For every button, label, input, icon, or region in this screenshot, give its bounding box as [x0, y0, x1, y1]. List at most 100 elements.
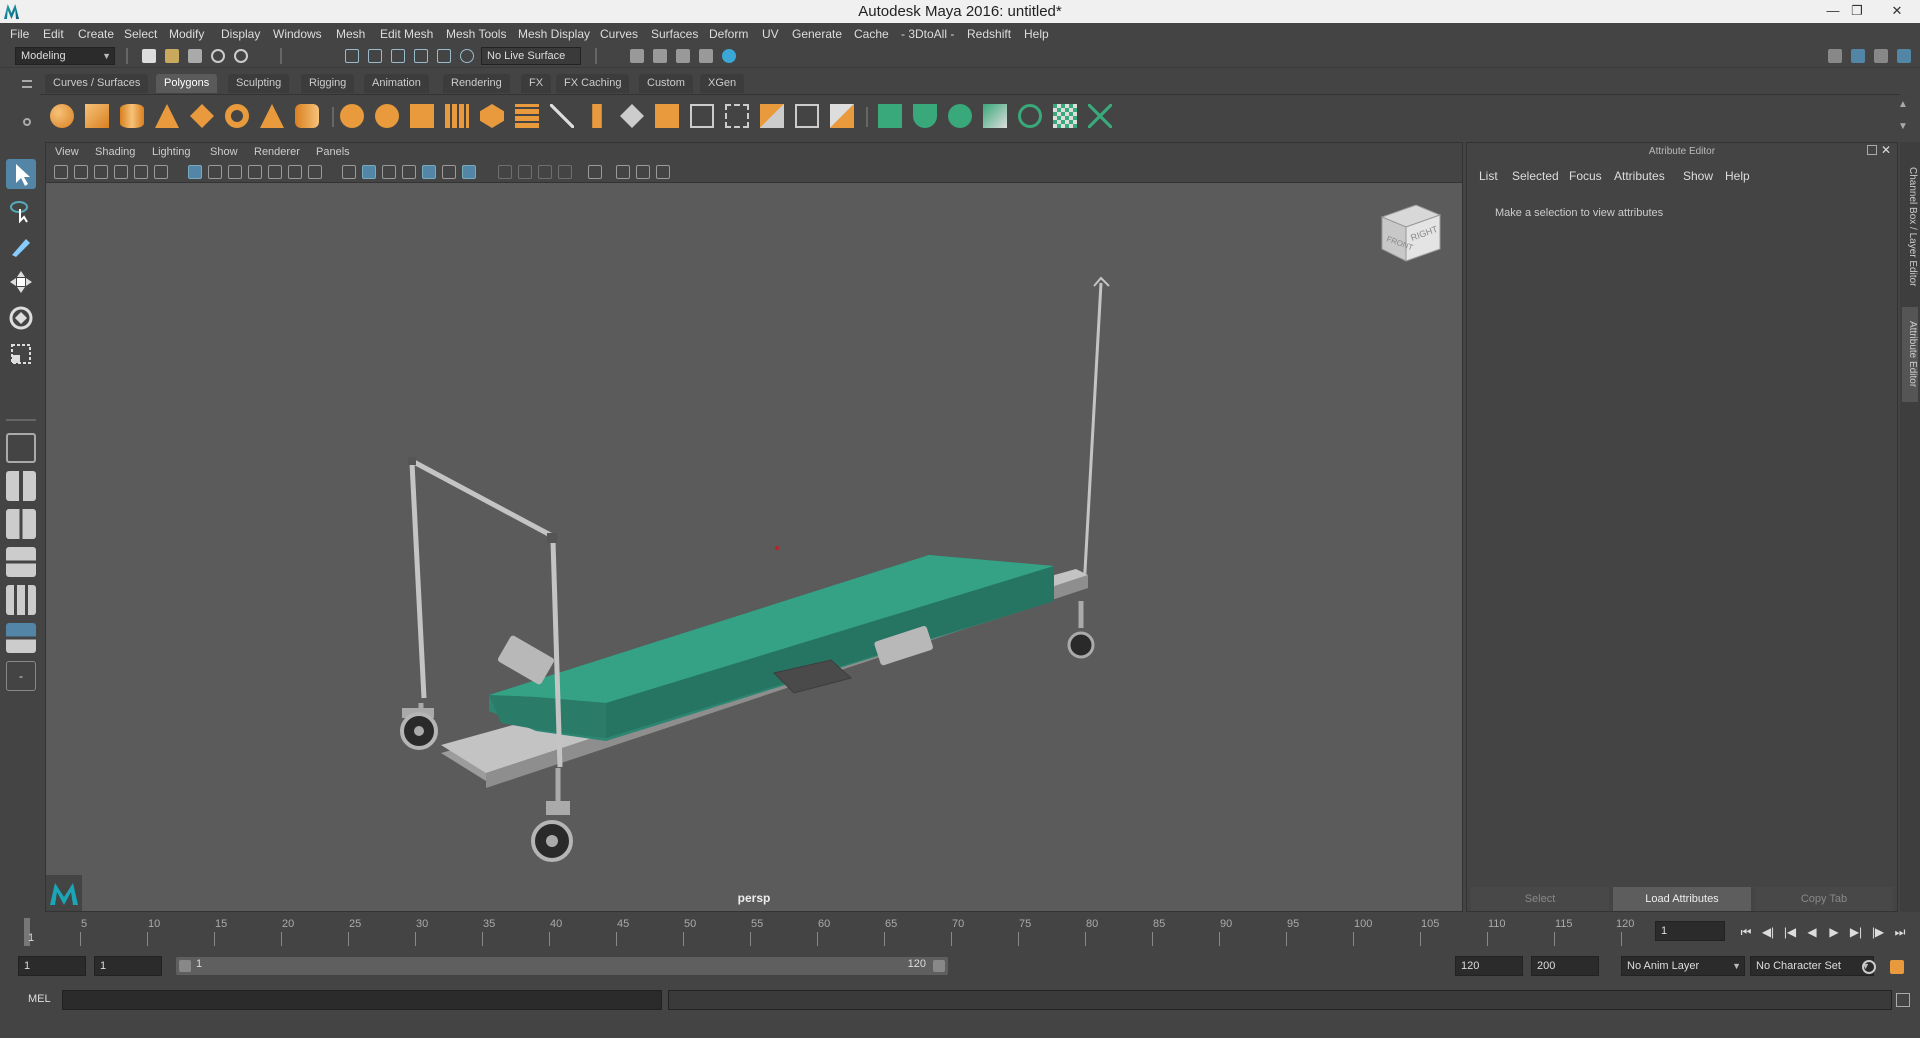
multi-cut-icon[interactable] — [550, 104, 574, 128]
open-scene-icon[interactable] — [165, 49, 179, 63]
textured-icon[interactable] — [422, 165, 436, 179]
xray-icon[interactable] — [616, 165, 630, 179]
append-polygon-icon[interactable] — [620, 104, 644, 128]
range-handle-end[interactable] — [933, 960, 945, 972]
unfold-icon[interactable] — [1018, 104, 1042, 128]
select-tool-icon[interactable] — [6, 159, 36, 189]
offset-edge-loop-icon[interactable] — [725, 104, 749, 128]
camera-attributes-icon[interactable] — [74, 165, 88, 179]
toggle-tool-settings-icon[interactable] — [1874, 49, 1888, 63]
play-forwards-icon[interactable]: ▶ — [1825, 923, 1843, 941]
planar-mapping-icon[interactable] — [878, 104, 902, 128]
tab-fx[interactable]: FX — [521, 74, 552, 93]
close-button[interactable]: ✕ — [1886, 2, 1908, 20]
go-to-end-icon[interactable]: ⏭ — [1891, 923, 1909, 941]
automatic-mapping-icon[interactable] — [983, 104, 1007, 128]
close-panel-icon[interactable]: ✕ — [1881, 143, 1891, 157]
bookmark-icon[interactable] — [94, 165, 108, 179]
default-material-icon[interactable] — [382, 165, 396, 179]
poly-pyramid-icon[interactable] — [260, 104, 284, 128]
screen-space-ao-icon[interactable] — [498, 165, 512, 179]
safe-title-icon[interactable] — [308, 165, 322, 179]
gate-mask-icon[interactable] — [248, 165, 262, 179]
menu-windows[interactable]: Windows — [273, 27, 322, 41]
snap-grid-icon[interactable] — [414, 49, 428, 63]
spherical-mapping-icon[interactable] — [948, 104, 972, 128]
vp-menu-renderer[interactable]: Renderer — [254, 146, 300, 158]
ipr-render-icon[interactable] — [676, 49, 690, 63]
poly-cone-icon[interactable] — [155, 104, 179, 128]
menu-generate[interactable]: Generate — [792, 27, 842, 41]
menu-mesh[interactable]: Mesh — [336, 27, 365, 41]
menu-surfaces[interactable]: Surfaces — [651, 27, 698, 41]
single-perspective-layout-icon[interactable] — [6, 433, 36, 463]
go-to-start-icon[interactable]: ⏮ — [1737, 923, 1755, 941]
character-set-dropdown[interactable]: No Character Set ▼ — [1750, 956, 1874, 976]
menu-3dtoall[interactable]: - 3DtoAll - — [901, 27, 954, 41]
two-view-layout-icon[interactable] — [6, 509, 36, 539]
tab-xgen[interactable]: XGen — [700, 74, 745, 93]
vp-menu-lighting[interactable]: Lighting — [152, 146, 191, 158]
shelf-scroll-down-icon[interactable]: ▼ — [1898, 121, 1908, 132]
shelf-settings-icon[interactable] — [23, 118, 31, 126]
insert-edge-loop-icon[interactable] — [690, 104, 714, 128]
anim-layer-dropdown[interactable]: No Anim Layer ▼ — [1621, 956, 1745, 976]
menu-edit[interactable]: Edit — [43, 27, 64, 41]
auto-key-icon[interactable] — [1862, 960, 1876, 974]
restore-button[interactable]: ❐ — [1846, 2, 1868, 20]
extrude-icon[interactable] — [592, 104, 602, 128]
ae-menu-selected[interactable]: Selected — [1512, 169, 1559, 183]
bridge-icon[interactable] — [515, 104, 539, 128]
play-backwards-icon[interactable]: ◀ — [1803, 923, 1821, 941]
motion-blur-icon[interactable] — [518, 165, 532, 179]
persp-graph-layout-icon[interactable] — [6, 623, 36, 653]
rotate-tool-icon[interactable] — [6, 303, 36, 333]
safe-action-icon[interactable] — [288, 165, 302, 179]
ae-menu-list[interactable]: List — [1479, 169, 1498, 183]
poly-pipe-icon[interactable] — [295, 104, 319, 128]
ae-copy-tab-button[interactable]: Copy Tab — [1755, 887, 1893, 911]
start-time-field[interactable]: 1 — [18, 956, 86, 976]
tab-custom[interactable]: Custom — [639, 74, 693, 93]
step-forward-key-icon[interactable]: ▶| — [1847, 923, 1865, 941]
four-view-layout-icon[interactable] — [6, 471, 36, 501]
tab-animation[interactable]: Animation — [364, 74, 429, 93]
tab-sculpting[interactable]: Sculpting — [228, 74, 290, 93]
playback-start-field[interactable]: 1 — [94, 956, 162, 976]
vp-menu-shading[interactable]: Shading — [95, 146, 135, 158]
animation-preferences-icon[interactable] — [1890, 960, 1904, 974]
shelf-menu-icon[interactable] — [22, 80, 32, 88]
target-weld-icon[interactable] — [760, 104, 784, 128]
render-settings-icon[interactable] — [699, 49, 713, 63]
persp-outliner-layout-icon[interactable] — [6, 547, 36, 577]
use-all-lights-icon[interactable] — [442, 165, 456, 179]
render-view-icon[interactable] — [630, 49, 644, 63]
snap-point-icon[interactable] — [460, 49, 474, 63]
snap-curve-icon[interactable] — [437, 49, 451, 63]
menu-deform[interactable]: Deform — [709, 27, 748, 41]
step-back-frame-icon[interactable]: ◀| — [1759, 923, 1777, 941]
live-surface-field[interactable]: No Live Surface — [481, 47, 581, 65]
range-handle-start[interactable] — [179, 960, 191, 972]
separate-icon[interactable] — [375, 104, 399, 128]
poly-cube-icon[interactable] — [85, 104, 109, 128]
resolution-gate-icon[interactable] — [228, 165, 242, 179]
ae-menu-help[interactable]: Help — [1725, 169, 1750, 183]
select-camera-icon[interactable] — [54, 165, 68, 179]
fill-hole-icon[interactable] — [655, 104, 679, 128]
playback-end-field[interactable]: 120 — [1455, 956, 1523, 976]
menu-select[interactable]: Select — [124, 27, 157, 41]
shelf-scroll-up-icon[interactable]: ▲ — [1898, 99, 1908, 110]
command-input[interactable] — [62, 990, 662, 1010]
ae-load-attributes-button[interactable]: Load Attributes — [1613, 887, 1751, 911]
tab-rigging[interactable]: Rigging — [301, 74, 355, 93]
image-plane-icon[interactable] — [114, 165, 128, 179]
view-cube[interactable]: FRONT RIGHT — [1376, 199, 1446, 269]
field-chart-icon[interactable] — [268, 165, 282, 179]
poly-cylinder-icon[interactable] — [120, 104, 144, 128]
grease-pencil-icon[interactable] — [154, 165, 168, 179]
vp-menu-show[interactable]: Show — [210, 146, 238, 158]
toggle-attribute-editor-icon[interactable] — [1851, 49, 1865, 63]
mode-dropdown[interactable]: Modeling ▼ — [15, 47, 115, 65]
extract-icon[interactable] — [410, 104, 434, 128]
